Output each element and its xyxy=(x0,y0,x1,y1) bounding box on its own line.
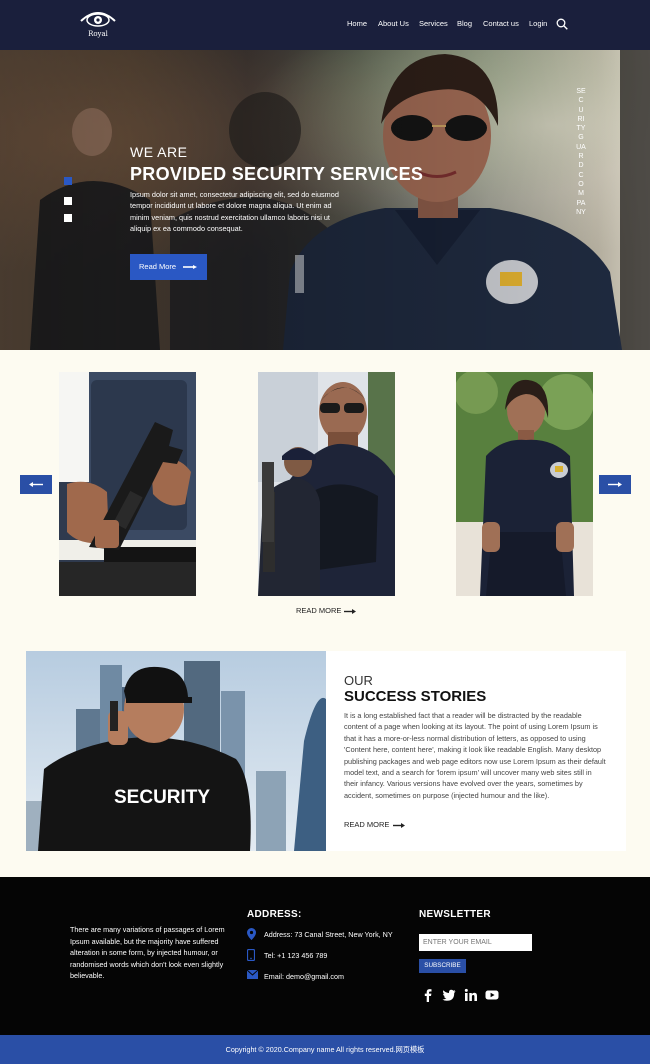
stories-read-more-link[interactable]: READ MORE xyxy=(344,820,405,829)
slide-dot-1[interactable] xyxy=(64,177,72,185)
eye-logo-icon xyxy=(80,12,116,27)
phone-icon xyxy=(247,949,255,961)
email-text: Email: demo@gmail.com xyxy=(264,972,344,981)
gallery-prev-button[interactable] xyxy=(20,475,52,494)
nav-about-us[interactable]: About Us xyxy=(378,19,409,28)
twitter-icon[interactable] xyxy=(442,988,456,1002)
slide-dot-2[interactable] xyxy=(64,197,72,205)
gallery-photo-2[interactable] xyxy=(258,372,395,596)
facebook-icon[interactable] xyxy=(421,988,435,1002)
youtube-icon[interactable] xyxy=(485,988,499,1002)
slide-dot-3[interactable] xyxy=(64,214,72,222)
hero-slider: WE ARE PROVIDED SECURITY SERVICES Ipsum … xyxy=(0,50,650,350)
success-stories-section: SECURITY OUR SUCCESS STORIES It is a lon… xyxy=(26,651,626,851)
location-pin-icon xyxy=(247,928,256,940)
gallery-next-button[interactable] xyxy=(599,475,631,494)
newsletter-email-input[interactable] xyxy=(419,934,532,951)
logo-text: Royal xyxy=(88,30,108,38)
gallery-read-more-link[interactable]: READ MORE xyxy=(296,606,356,615)
nav-contact-us[interactable]: Contact us xyxy=(483,19,519,28)
search-icon[interactable] xyxy=(556,18,568,30)
envelope-icon xyxy=(247,970,258,979)
nav-services[interactable]: Services xyxy=(419,19,448,28)
nav-home[interactable]: Home xyxy=(347,19,367,28)
stories-read-more-label: READ MORE xyxy=(344,820,390,829)
arrow-right-icon xyxy=(344,609,356,614)
copyright-bar: Copyright © 2020.Company name All rights… xyxy=(0,1035,650,1064)
phone-text: Tel: +1 123 456 789 xyxy=(264,951,328,960)
hero-read-more-button[interactable]: Read More xyxy=(130,254,207,280)
arrow-right-icon xyxy=(393,823,405,828)
arrow-right-icon xyxy=(183,265,197,269)
top-navbar: Royal Home About Us Services Blog Contac… xyxy=(0,0,650,50)
nav-login[interactable]: Login xyxy=(529,19,547,28)
linkedin-icon[interactable] xyxy=(464,988,478,1002)
guard-with-gun-image xyxy=(59,372,196,596)
arrow-right-icon xyxy=(608,482,622,487)
security-guard-city-image: SECURITY xyxy=(26,651,326,851)
footer: There are many variations of passages of… xyxy=(0,877,650,1035)
footer-about-text: There are many variations of passages of… xyxy=(70,925,225,980)
stories-image: SECURITY xyxy=(26,651,326,851)
subscribe-button[interactable]: SUBSCRIBE xyxy=(419,959,466,973)
hero-read-more-label: Read More xyxy=(139,262,177,271)
security-caption: SECURITY xyxy=(114,787,210,808)
address-text: Address: 73 Canal Street, New York, NY xyxy=(264,930,393,939)
hero-title: PROVIDED SECURITY SERVICES xyxy=(130,164,424,184)
arrow-left-icon xyxy=(29,482,43,487)
newsletter-heading: NEWSLETTER xyxy=(419,909,491,920)
address-heading: ADDRESS: xyxy=(247,909,302,920)
stories-eyebrow: OUR xyxy=(344,673,373,688)
hero-description: Ipsum dolor sit amet, consectetur adipis… xyxy=(130,190,339,233)
gallery-photo-3[interactable] xyxy=(456,372,593,596)
gallery-photo-1[interactable] xyxy=(59,372,196,596)
stories-text: It is a long established fact that a rea… xyxy=(344,711,606,800)
guard-with-sunglasses-image xyxy=(258,372,395,596)
vertical-tagline: SECURITYGUARDCOMPANY xyxy=(576,88,586,216)
female-officer-image xyxy=(456,372,593,596)
gallery-read-more-label: READ MORE xyxy=(296,606,342,615)
logo[interactable]: Royal xyxy=(78,9,118,39)
nav-blog[interactable]: Blog xyxy=(457,19,472,28)
stories-title: SUCCESS STORIES xyxy=(344,688,487,705)
hero-eyebrow: WE ARE xyxy=(130,144,188,160)
